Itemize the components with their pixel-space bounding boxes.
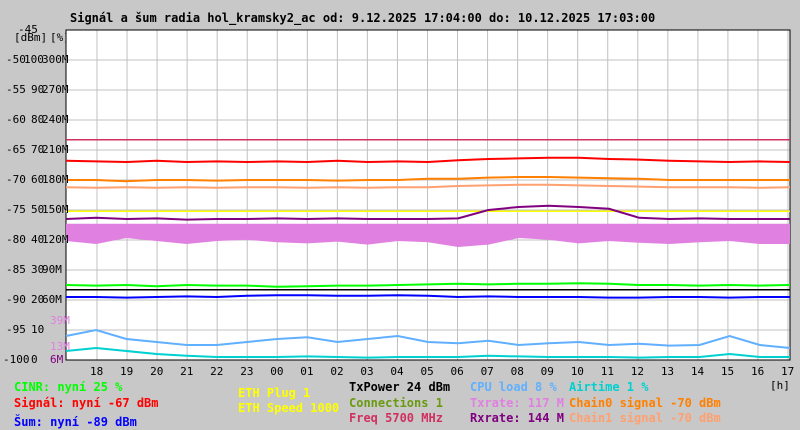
x-tick: 17 [781, 365, 795, 378]
y-tick-dbm: -60 [6, 113, 26, 126]
x-tick: 01 [300, 365, 314, 378]
legend-txrate: Txrate: 117 M [470, 396, 564, 410]
x-tick: 22 [210, 365, 224, 378]
y-tick-dbm: -50 [6, 53, 26, 66]
legend-freq: Freq 5700 MHz [349, 411, 443, 425]
x-tick: 16 [750, 365, 765, 378]
legend-eth-speed: ETH Speed 1000 [238, 401, 340, 415]
x-tick: 20 [150, 365, 164, 378]
x-tick: 12 [630, 365, 645, 378]
x-tick: 21 [180, 365, 194, 378]
x-tick: 15 [720, 365, 735, 378]
y-tick-rate: 210M [42, 143, 69, 156]
x-tick: 09 [540, 365, 554, 378]
legend-rxrate: Rxrate: 144 M [470, 411, 564, 425]
legend-cpu: CPU load 8 % [470, 380, 557, 394]
legend-cinr: CINR: nyní 25 % [14, 380, 123, 394]
legend-txpower: TxPower 24 dBm [349, 380, 451, 394]
plot-background [65, 29, 791, 361]
y-tick-rate: 6M [50, 353, 64, 366]
x-tick: 19 [120, 365, 134, 378]
y-tick-dbm: -80 [6, 233, 26, 246]
y-tick-dbm: -70 [6, 173, 26, 186]
x-tick: 04 [390, 365, 404, 378]
legend-chain1: Chain1 signal -70 dBm [569, 411, 721, 425]
legend-chain0: Chain0 signal -70 dBm [569, 396, 721, 410]
y-tick-dbm: -95 [6, 323, 26, 336]
y-tick-rate: 60M [42, 293, 62, 306]
x-tick: 18 [90, 365, 104, 378]
y-tick-dbm: -65 [6, 143, 26, 156]
y-tick-dbm: -100 [3, 353, 30, 366]
x-tick: 23 [240, 365, 254, 378]
legend-airtime: Airtime 1 % [569, 380, 649, 394]
x-unit: [h] [770, 379, 790, 392]
x-tick: 08 [510, 365, 524, 378]
y-tick-rate: 300M [42, 53, 69, 66]
y-tick-rate: 240M [42, 113, 69, 126]
y-tick-dbm: -45 [18, 23, 38, 36]
legend-signal: Signál: nyní -67 dBm [14, 396, 159, 410]
x-tick: 05 [420, 365, 434, 378]
y-tick-rate: 150M [42, 203, 69, 216]
y-tick-rate: 180M [42, 173, 69, 186]
x-tick: 11 [600, 365, 614, 378]
y-tick-rate: 120M [42, 233, 69, 246]
y-tick-rate: 270M [42, 83, 69, 96]
x-tick: 07 [480, 365, 494, 378]
legend-noise: Šum: nyní -89 dBm [14, 415, 137, 429]
chart-window: Signál a šum radia hol_kramsky2_ac od: 9… [0, 0, 800, 430]
x-tick: 06 [450, 365, 464, 378]
y-tick-pct: 100 [24, 53, 44, 66]
x-tick: 14 [690, 365, 705, 378]
x-tick: 13 [660, 365, 675, 378]
y-tick-rate-extra: 13M [50, 339, 70, 353]
y-tick-dbm: -85 [6, 263, 26, 276]
x-tick: 03 [360, 365, 374, 378]
y-tick-rate: 90M [42, 263, 62, 276]
y-tick-pct: 10 [31, 323, 45, 336]
x-tick: 00 [270, 365, 284, 378]
x-tick: 02 [330, 365, 344, 378]
y-tick-pct: 0 [31, 353, 38, 366]
legend-eth-plug: ETH Plug 1 [238, 386, 311, 400]
y-tick-rate-extra: 39M [50, 314, 70, 327]
y-tick-dbm: -90 [6, 293, 26, 306]
x-tick: 10 [570, 365, 584, 378]
legend-connections: Connections 1 [349, 396, 443, 410]
y-tick-dbm: -55 [6, 83, 26, 96]
y-tick-dbm: -75 [6, 203, 26, 216]
